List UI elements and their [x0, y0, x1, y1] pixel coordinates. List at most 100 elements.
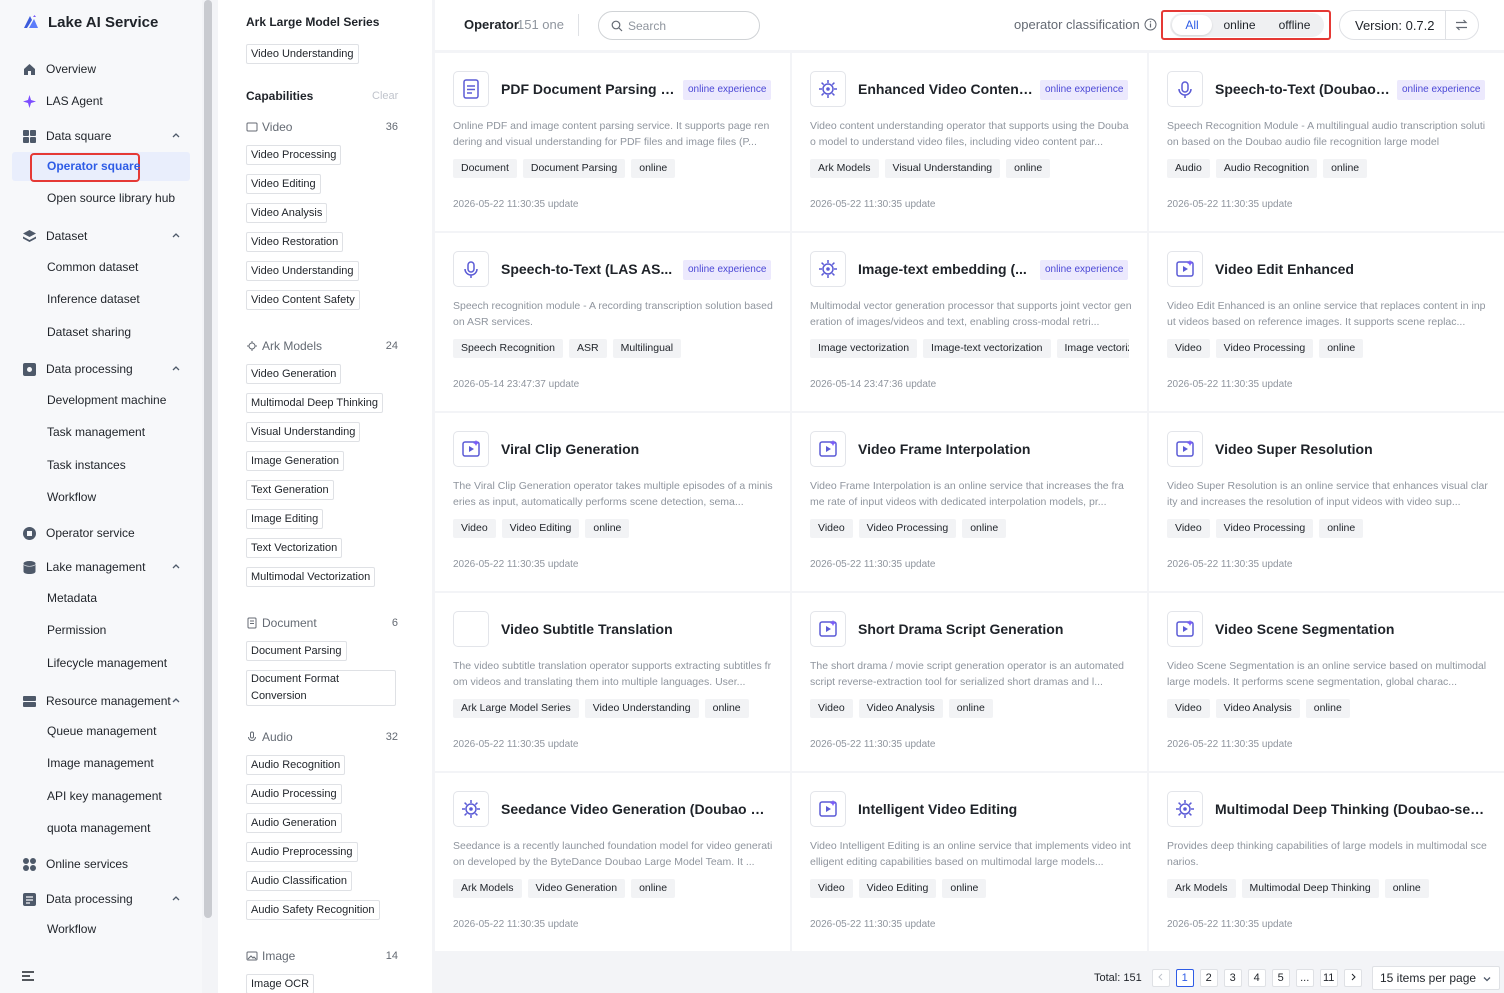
brand[interactable]: Lake AI Service: [22, 13, 158, 31]
card-title[interactable]: Speech-to-Text (LAS AS...: [501, 261, 676, 277]
card-title[interactable]: Video Frame Interpolation: [858, 441, 1128, 457]
nav-metadata[interactable]: Metadata: [47, 589, 97, 607]
nav-online-services[interactable]: Online services: [22, 854, 192, 874]
card-title[interactable]: Video Subtitle Translation: [501, 621, 771, 637]
capability-chip[interactable]: Video Editing: [246, 174, 321, 194]
switch-version-button[interactable]: [1446, 19, 1478, 31]
nav-development-machine[interactable]: Development machine: [47, 391, 166, 409]
nav-operator-service[interactable]: Operator service: [22, 523, 192, 543]
segment-online[interactable]: online: [1212, 15, 1267, 35]
capability-chip[interactable]: Video Processing: [246, 145, 342, 165]
menu-collapse-icon[interactable]: [21, 969, 35, 983]
nav-data-square[interactable]: Data square: [22, 126, 192, 146]
nav-workflow-2[interactable]: Workflow: [47, 920, 96, 938]
capability-chip[interactable]: Image Generation: [246, 451, 345, 471]
operator-card[interactable]: Multimodal Deep Thinking (Doubao-see... P…: [1149, 773, 1504, 951]
online-experience-badge[interactable]: online experience: [683, 80, 772, 100]
card-title[interactable]: Video Super Resolution: [1215, 441, 1485, 457]
operator-card[interactable]: Video Super Resolution Video Super Resolu…: [1149, 413, 1504, 591]
nav-lifecycle-management[interactable]: Lifecycle management: [47, 654, 167, 672]
card-title[interactable]: Short Drama Script Generation: [858, 621, 1128, 637]
page-button[interactable]: 2: [1199, 969, 1218, 987]
card-title[interactable]: Seedance Video Generation (Doubao Se...: [501, 801, 771, 817]
page-button[interactable]: 4: [1247, 969, 1266, 987]
version-label[interactable]: Version: 0.7.2: [1340, 18, 1445, 33]
capability-chip[interactable]: Audio Classification: [246, 871, 352, 891]
operator-card[interactable]: Speech-to-Text (Doubao ... online experie…: [1149, 53, 1504, 231]
capability-chip[interactable]: Image Editing: [246, 509, 324, 529]
operator-card[interactable]: Seedance Video Generation (Doubao Se... S…: [435, 773, 790, 951]
card-title[interactable]: PDF Document Parsing (...: [501, 81, 676, 97]
operator-card[interactable]: Video Subtitle Translation The video subt…: [435, 593, 790, 771]
nav-las-agent[interactable]: LAS Agent: [22, 91, 192, 111]
sidebar-scrollbar[interactable]: [204, 0, 212, 918]
version-selector[interactable]: Version: 0.7.2: [1339, 10, 1479, 40]
online-experience-badge[interactable]: online experience: [1040, 80, 1129, 100]
card-title[interactable]: Image-text embedding (...: [858, 261, 1033, 277]
operator-card[interactable]: Enhanced Video Content... online experien…: [792, 53, 1147, 231]
card-title[interactable]: Multimodal Deep Thinking (Doubao-see...: [1215, 801, 1485, 817]
capability-chip[interactable]: Video Analysis: [246, 203, 328, 223]
capability-chip[interactable]: Video Restoration: [246, 232, 344, 252]
online-experience-badge[interactable]: online experience: [683, 260, 772, 280]
nav-common-dataset[interactable]: Common dataset: [47, 258, 138, 276]
online-experience-badge[interactable]: online experience: [1397, 80, 1486, 100]
card-title[interactable]: Video Edit Enhanced: [1215, 261, 1485, 277]
page-button[interactable]: 3: [1223, 969, 1242, 987]
capability-chip[interactable]: Multimodal Vectorization: [246, 567, 376, 587]
chevron-up-icon[interactable]: [170, 892, 182, 904]
capability-group-image[interactable]: Image 14: [246, 949, 398, 963]
capability-chip[interactable]: Document Parsing: [246, 641, 347, 661]
capability-chip[interactable]: Video Generation: [246, 364, 342, 384]
capability-chip[interactable]: Video Understanding: [246, 261, 359, 281]
nav-quota-management[interactable]: quota management: [47, 819, 150, 837]
nav-task-management[interactable]: Task management: [47, 423, 145, 441]
operator-card[interactable]: Image-text embedding (... online experien…: [792, 233, 1147, 411]
capability-chip[interactable]: Audio Generation: [246, 813, 342, 833]
nav-api-key-management[interactable]: API key management: [47, 787, 162, 805]
online-experience-badge[interactable]: online experience: [1040, 260, 1129, 280]
page-button[interactable]: 5: [1271, 969, 1290, 987]
capability-chip[interactable]: Text Vectorization: [246, 538, 343, 558]
nav-resource-management[interactable]: Resource management: [22, 691, 192, 711]
chevron-up-icon[interactable]: [170, 362, 182, 374]
nav-task-instances[interactable]: Task instances: [47, 456, 126, 474]
chevron-up-icon[interactable]: [170, 694, 182, 706]
card-title[interactable]: Enhanced Video Content...: [858, 81, 1033, 97]
capability-chip[interactable]: Document Format Conversion: [246, 670, 396, 706]
nav-queue-management[interactable]: Queue management: [47, 722, 156, 740]
capability-chip[interactable]: Audio Preprocessing: [246, 842, 358, 862]
capability-group-ark-models[interactable]: Ark Models 24: [246, 339, 398, 353]
nav-workflow[interactable]: Workflow: [47, 488, 96, 506]
capability-chip[interactable]: Audio Processing: [246, 784, 342, 804]
page-size-select[interactable]: 15 items per page: [1372, 966, 1500, 990]
nav-inference-dataset[interactable]: Inference dataset: [47, 290, 140, 308]
filter-chip[interactable]: Video Understanding: [246, 44, 359, 64]
operator-card[interactable]: Intelligent Video Editing Video Intellige…: [792, 773, 1147, 951]
card-title[interactable]: Speech-to-Text (Doubao ...: [1215, 81, 1390, 97]
clear-button[interactable]: Clear: [372, 90, 398, 102]
capability-chip[interactable]: Multimodal Deep Thinking: [246, 393, 383, 413]
segment-offline[interactable]: offline: [1267, 15, 1322, 35]
capability-group-audio[interactable]: Audio 32: [246, 730, 398, 744]
page-button[interactable]: 11: [1319, 969, 1338, 987]
next-page-button[interactable]: [1343, 969, 1362, 987]
nav-image-management[interactable]: Image management: [47, 754, 154, 772]
chevron-up-icon[interactable]: [170, 129, 182, 141]
capability-chip[interactable]: Visual Understanding: [246, 422, 361, 442]
capability-chip[interactable]: Audio Safety Recognition: [246, 900, 380, 920]
operator-card[interactable]: Speech-to-Text (LAS AS... online experien…: [435, 233, 790, 411]
nav-data-processing-2[interactable]: Data processing: [22, 889, 192, 909]
capability-chip[interactable]: Text Generation: [246, 480, 334, 500]
page-button[interactable]: 1: [1175, 969, 1194, 987]
nav-lake-management[interactable]: Lake management: [22, 557, 192, 577]
capability-chip[interactable]: Image OCR: [246, 974, 315, 993]
info-icon[interactable]: [1144, 18, 1157, 31]
segment-all[interactable]: All: [1172, 15, 1212, 35]
capability-chip[interactable]: Video Content Safety: [246, 290, 360, 310]
operator-card[interactable]: Short Drama Script Generation The short d…: [792, 593, 1147, 771]
nav-dataset-sharing[interactable]: Dataset sharing: [47, 323, 131, 341]
nav-operator-square[interactable]: Operator square: [47, 159, 140, 173]
card-title[interactable]: Intelligent Video Editing: [858, 801, 1128, 817]
nav-data-processing[interactable]: Data processing: [22, 359, 192, 379]
